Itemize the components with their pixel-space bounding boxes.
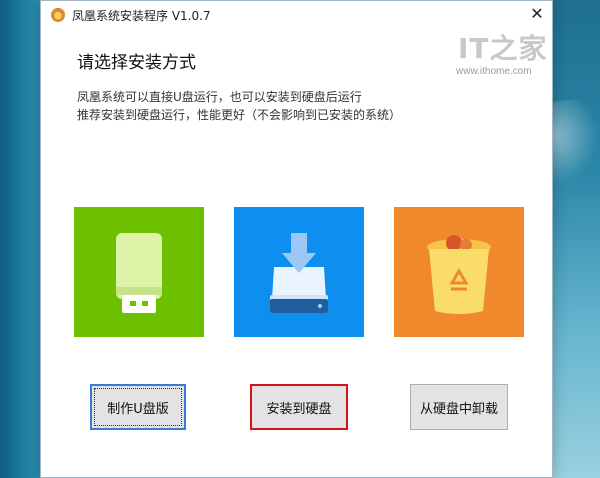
window-title: 凤凰系统安装程序 V1.0.7 — [72, 9, 211, 23]
uninstall-from-disk-button[interactable]: 从硬盘中卸载 — [410, 384, 508, 430]
uninstall-option-tile[interactable] — [394, 207, 524, 337]
description: 凤凰系统可以直接U盘运行，也可以安装到硬盘后运行 推荐安装到硬盘运行，性能更好（… — [77, 88, 401, 124]
description-line-2: 推荐安装到硬盘运行，性能更好（不会影响到已安装的系统） — [77, 108, 402, 122]
recycle-bin-icon — [427, 235, 491, 314]
page-heading: 请选择安装方式 — [77, 53, 196, 73]
install-button-label: 安装到硬盘 — [266, 401, 332, 417]
installer-window: 凤凰系统安装程序 V1.0.7 ✕ 请选择安装方式 凤凰系统可以直接U盘运行，也… — [40, 0, 553, 478]
ithome-watermark: IT之家 www.ithome.com — [456, 23, 556, 79]
install-to-disk-icon — [270, 233, 328, 313]
description-line-1: 凤凰系统可以直接U盘运行，也可以安装到硬盘后运行 — [77, 90, 362, 104]
uninstall-button-label: 从硬盘中卸载 — [419, 401, 498, 417]
watermark-logo: IT之家 — [458, 32, 548, 65]
install-option-tile[interactable] — [234, 207, 364, 337]
usb-drive-icon — [116, 233, 162, 313]
install-to-disk-button[interactable]: 安装到硬盘 — [250, 384, 348, 430]
phoenix-app-icon — [51, 8, 65, 22]
make-usb-button[interactable]: 制作U盘版 — [90, 384, 186, 430]
focus-rectangle — [94, 388, 182, 426]
watermark-url: www.ithome.com — [456, 66, 532, 77]
desktop-background-left — [0, 0, 40, 478]
usb-option-tile[interactable] — [74, 207, 204, 337]
